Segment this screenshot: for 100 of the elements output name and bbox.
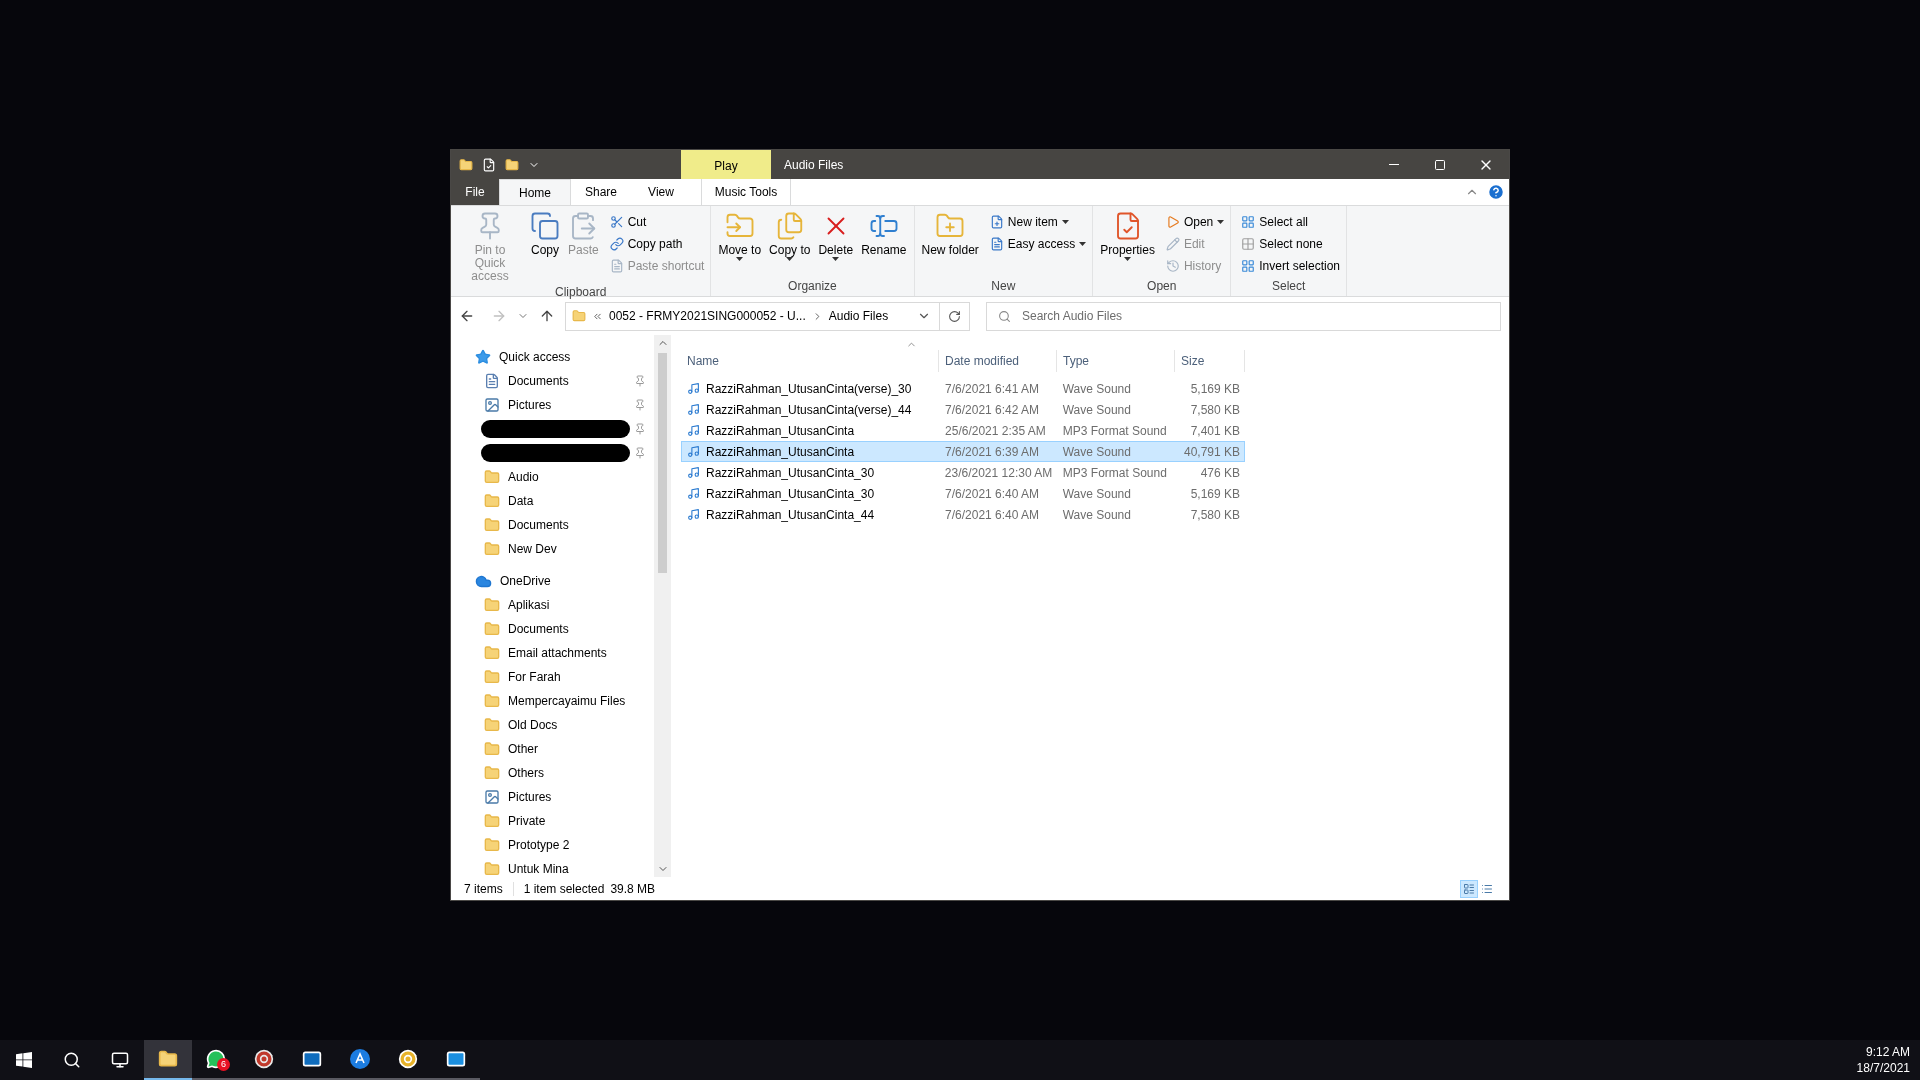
group-label: Open — [1146, 278, 1178, 293]
caret-icon — [832, 257, 840, 261]
copy-path-icon — [609, 237, 624, 251]
selection-status: 1 item selected — [523, 880, 605, 898]
large-icons-view-icon — [1481, 882, 1493, 895]
ribbon-tab[interactable]: View — [631, 179, 691, 205]
column-header[interactable]: Date modified — [939, 350, 1057, 372]
ribbon-button[interactable]: Open — [1163, 211, 1227, 233]
ribbon-button[interactable]: Select none — [1239, 233, 1342, 255]
scrollbar[interactable] — [654, 335, 671, 877]
nav-item[interactable]: Untuk Mina — [508, 860, 626, 877]
caret-icon — [736, 257, 744, 261]
nav-item[interactable]: New Dev — [508, 540, 626, 558]
taskbar-app[interactable] — [144, 1040, 192, 1080]
up-icon[interactable] — [539, 308, 555, 324]
nav-item[interactable]: Other — [508, 740, 626, 758]
details-view-icon — [1463, 882, 1475, 895]
nav-item[interactable]: OneDrive — [500, 572, 646, 590]
scroll-thumb[interactable] — [658, 353, 667, 573]
nav-item[interactable]: Pictures — [508, 396, 626, 414]
clock-date[interactable]: 18/7/2021 — [1856, 1060, 1910, 1076]
search-field[interactable]: Search Audio Files — [986, 301, 1501, 331]
folder-icon — [484, 621, 500, 637]
back-icon[interactable] — [459, 308, 475, 324]
search-icon — [998, 309, 1011, 323]
type-cell-text: Wave Sound — [1061, 485, 1132, 503]
type-cell-text: Wave Sound — [1061, 401, 1132, 419]
ribbon-button[interactable]: Move to — [715, 209, 765, 261]
file-row[interactable]: RazziRahman_UtusanCinta 7/6/2021 6:39 AM Wave Sound 40,791 KB — [681, 441, 1245, 462]
nav-item[interactable]: Documents — [508, 620, 626, 638]
column-header[interactable]: Size — [1175, 350, 1245, 372]
audio-file-icon — [687, 445, 700, 458]
select-all-icon — [1241, 215, 1256, 229]
folder-icon[interactable] — [459, 157, 473, 172]
document-icon — [484, 373, 500, 389]
clock-time[interactable]: 9:12 AM — [1865, 1044, 1910, 1060]
caret-icon — [1079, 242, 1087, 246]
ribbon-button[interactable]: Select all — [1239, 211, 1342, 233]
nav-item[interactable]: Mempercayaimu Files — [508, 692, 626, 710]
help-icon[interactable] — [1487, 183, 1505, 201]
picture-icon — [484, 397, 500, 413]
ribbon-tab[interactable]: Share — [571, 179, 631, 205]
breadcrumb[interactable]: 0052 - FRMY2021SING000052 - U... — [609, 307, 806, 325]
folder-icon — [484, 669, 500, 685]
details-view-button[interactable] — [1460, 879, 1478, 898]
taskbar-app[interactable]: 6 — [192, 1040, 240, 1080]
nav-item[interactable]: Email attachments — [508, 644, 626, 662]
ribbon-tab[interactable]: Home — [499, 179, 571, 206]
folder-icon — [484, 517, 500, 533]
file-row[interactable]: RazziRahman_UtusanCinta_30 23/6/2021 12:30 AM MP3 Format Sound 476 KB — [681, 462, 1245, 483]
ribbon-button[interactable]: Delete — [815, 209, 857, 261]
type-cell-text: Wave Sound — [1061, 380, 1132, 398]
column-header[interactable]: Name — [681, 350, 939, 372]
file-row[interactable]: RazziRahman_UtusanCinta(verse)_44 7/6/2021 6:42 AM Wave Sound 7,580 KB — [681, 399, 1245, 420]
nav-item[interactable]: Prototype 2 — [508, 836, 626, 854]
ribbon-button[interactable]: Copy — [527, 209, 563, 257]
breadcrumb[interactable]: Audio Files — [828, 307, 889, 325]
ribbon-button[interactable]: New item — [987, 211, 1089, 233]
nav-item[interactable]: Aplikasi — [508, 596, 626, 614]
nav-item[interactable]: Others — [508, 764, 626, 782]
file-name: RazziRahman_UtusanCinta_30 — [706, 485, 875, 503]
ribbon-button[interactable]: Properties — [1097, 209, 1158, 261]
nav-item[interactable]: Old Docs — [508, 716, 626, 734]
folder-icon[interactable] — [505, 157, 519, 172]
pin-icon — [634, 375, 646, 387]
date-cell-text: 7/6/2021 6:40 AM — [944, 485, 1041, 503]
pin-icon — [634, 447, 646, 459]
audio-file-icon — [687, 424, 700, 437]
nav-item[interactable]: Quick access — [499, 348, 646, 366]
ribbon-button[interactable]: Invert selection — [1239, 255, 1342, 277]
nav-item[interactable]: Pictures — [508, 788, 626, 806]
file-row[interactable]: RazziRahman_UtusanCinta 25/6/2021 2:35 AM MP3 Format Sound 7,401 KB — [681, 420, 1245, 441]
folder-icon — [158, 1049, 178, 1069]
nav-item[interactable]: Documents — [508, 372, 626, 390]
size-cell-text: 7,580 KB — [1189, 506, 1241, 524]
envelope-icon — [446, 1049, 466, 1069]
ribbon-button[interactable]: Copy to — [766, 209, 814, 261]
file-row[interactable]: RazziRahman_UtusanCinta_30 7/6/2021 6:40 AM Wave Sound 5,169 KB — [681, 483, 1245, 504]
nav-item[interactable]: Audio — [508, 468, 626, 486]
windows-logo-icon — [16, 1052, 32, 1068]
nav-item[interactable]: Documents — [508, 516, 626, 534]
ribbon-button[interactable]: Easy access — [987, 233, 1089, 255]
ribbon-button[interactable]: Cut — [607, 211, 707, 233]
address-bar[interactable]: 0052 - FRMY2021SING000052 - U... Audio Files — [565, 301, 970, 331]
browser-icon — [398, 1049, 418, 1069]
properties-icon[interactable] — [482, 157, 496, 172]
pin-icon — [634, 423, 646, 435]
refresh-icon[interactable] — [948, 309, 961, 323]
folder-icon — [484, 541, 500, 557]
ribbon-button[interactable]: Copy path — [607, 233, 707, 255]
nav-item[interactable]: For Farah — [508, 668, 626, 686]
folder-icon — [484, 717, 500, 733]
file-row[interactable]: RazziRahman_UtusanCinta(verse)_30 7/6/2021 6:41 AM Wave Sound 5,169 KB — [681, 378, 1245, 399]
ribbon-button[interactable]: New folder — [918, 209, 982, 257]
ribbon-tab[interactable]: File — [451, 179, 499, 205]
file-row[interactable]: RazziRahman_UtusanCinta_44 7/6/2021 6:40 AM Wave Sound 7,580 KB — [681, 504, 1245, 525]
nav-item[interactable]: Data — [508, 492, 626, 510]
column-header[interactable]: Type — [1057, 350, 1175, 372]
ribbon-button[interactable]: Rename — [858, 209, 910, 257]
nav-item[interactable]: Private — [508, 812, 626, 830]
